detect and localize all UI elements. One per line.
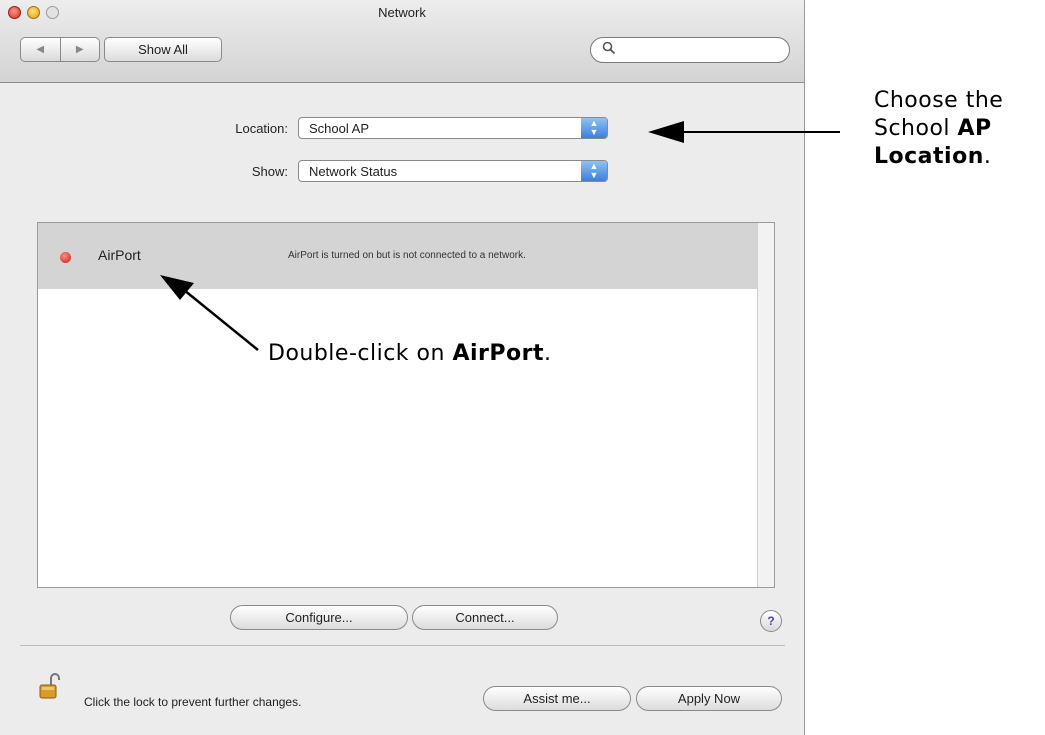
service-name: AirPort — [98, 247, 141, 263]
location-select[interactable]: School AP ▲ ▼ — [298, 117, 608, 139]
location-value: School AP — [309, 121, 369, 136]
location-instruction: Choose the School AP Location. — [874, 87, 1003, 171]
help-button[interactable]: ? — [760, 610, 782, 632]
location-instruction-line1: Choose the — [874, 88, 1004, 113]
navigation-buttons: ◀ ▶ — [20, 37, 100, 62]
list-item-airport[interactable]: AirPort AirPort is turned on but is not … — [38, 223, 758, 289]
popup-arrows-icon: ▲ ▼ — [581, 118, 607, 138]
toolbar: Network ◀ ▶ Show All — [0, 0, 804, 83]
search-input[interactable] — [590, 37, 790, 63]
show-select[interactable]: Network Status ▲ ▼ — [298, 160, 608, 182]
show-value: Network Status — [309, 164, 398, 179]
connect-button[interactable]: Connect... — [412, 605, 558, 630]
search-icon — [602, 41, 616, 55]
location-instruction-line3-b: . — [983, 144, 992, 169]
location-instruction-line2-a: School — [874, 116, 958, 141]
location-label: Location: — [235, 121, 288, 136]
airport-instruction-c: . — [543, 341, 552, 366]
status-red-icon — [60, 252, 71, 263]
airport-instruction-a: Double-click on — [268, 341, 453, 366]
forward-arrow-icon[interactable]: ▶ — [59, 38, 100, 61]
lock-status-text: Click the lock to prevent further change… — [84, 695, 302, 709]
location-instruction-line2-b: AP — [957, 116, 992, 141]
assist-me-button[interactable]: Assist me... — [483, 686, 631, 711]
show-all-button[interactable]: Show All — [104, 37, 222, 62]
location-instruction-line2: School AP — [874, 115, 1003, 143]
airport-instruction-b: AirPort — [452, 341, 544, 366]
service-status: AirPort is turned on but is not connecte… — [288, 250, 526, 261]
divider — [20, 645, 785, 646]
scrollbar[interactable] — [757, 223, 774, 587]
back-arrow-icon[interactable]: ◀ — [21, 38, 60, 61]
popup-arrows-icon: ▲ ▼ — [581, 161, 607, 181]
configure-button[interactable]: Configure... — [230, 605, 408, 630]
airport-instruction: Double-click on AirPort. — [268, 340, 551, 368]
network-service-list: AirPort AirPort is turned on but is not … — [37, 222, 775, 588]
location-instruction-line3-a: Location — [874, 144, 984, 169]
show-label: Show: — [251, 164, 288, 179]
lock-icon[interactable] — [38, 672, 64, 700]
location-instruction-line3: Location. — [874, 143, 1003, 171]
apply-now-button[interactable]: Apply Now — [636, 686, 782, 711]
window-title: Network — [378, 5, 426, 20]
